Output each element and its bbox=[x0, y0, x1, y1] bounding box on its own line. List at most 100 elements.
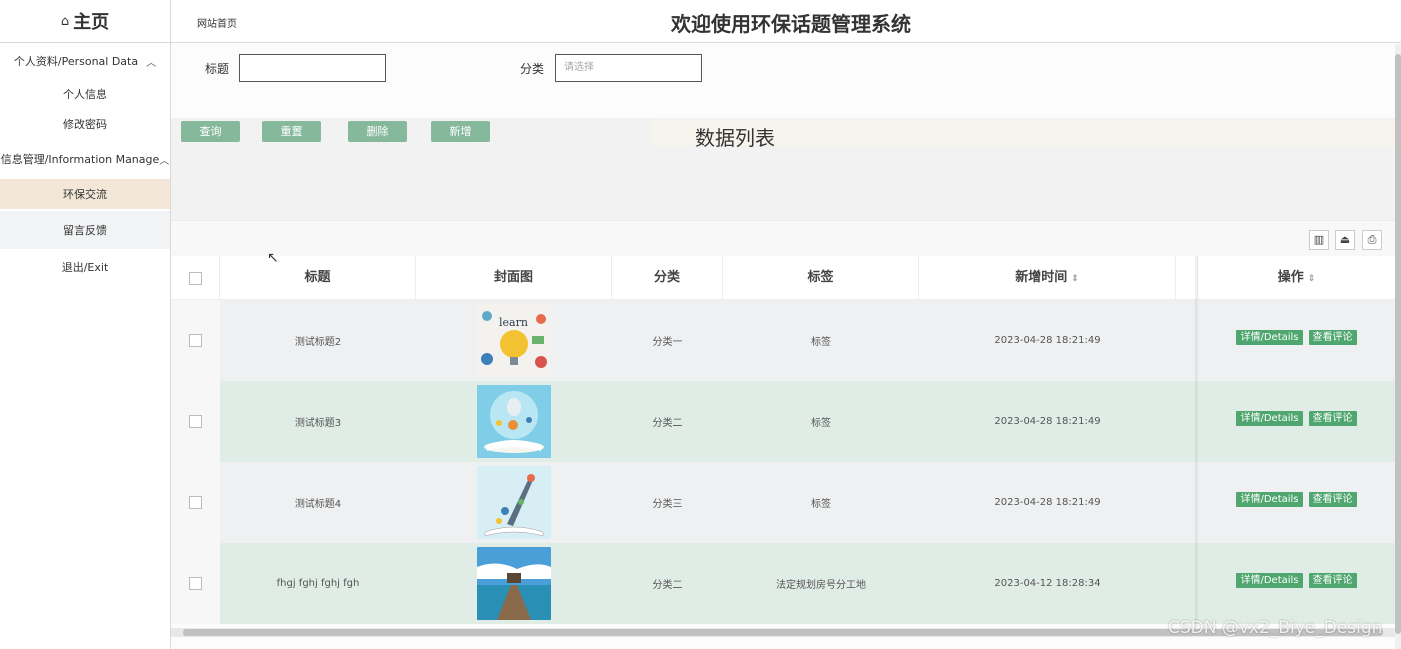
row-actions: 详情/Details 查看评论 bbox=[1198, 381, 1395, 462]
menu-group-personal[interactable]: 个人资料/Personal Data ︿ bbox=[0, 43, 170, 79]
column-header-cover: 封面图 bbox=[416, 256, 612, 300]
table-row: 测试标题4 分类三 标签 2023-04-28 18:21:49 详情/Deta… bbox=[171, 462, 1395, 543]
row-title: 测试标题4 bbox=[294, 499, 342, 510]
home-link[interactable]: ⌂ 主页 bbox=[0, 0, 170, 43]
row-tag: 法定规划房号分工地 bbox=[776, 580, 866, 591]
delete-button[interactable]: 删除 bbox=[348, 121, 407, 142]
view-comments-button[interactable]: 查看评论 bbox=[1308, 330, 1357, 345]
details-button[interactable]: 详情/Details bbox=[1236, 573, 1303, 588]
table-row: 测试标题2 learn 分类一 标签 2023-04-28 18:21:49 详… bbox=[171, 300, 1395, 381]
row-cover-cell: learn bbox=[416, 300, 612, 381]
cover-image-learn[interactable]: learn bbox=[477, 304, 551, 377]
column-header-time-label: 新增时间 bbox=[1015, 270, 1068, 285]
row-title: 测试标题3 bbox=[294, 418, 342, 429]
menu-group-info-label: 信息管理/Information Manage bbox=[0, 153, 160, 166]
row-actions: 详情/Details 查看评论 bbox=[1198, 462, 1395, 543]
row-checkbox[interactable] bbox=[189, 334, 202, 347]
row-actions: 详情/Details 查看评论 bbox=[1198, 300, 1395, 381]
select-all-checkbox[interactable] bbox=[188, 272, 202, 285]
svg-text:learn: learn bbox=[499, 316, 528, 329]
row-select-cell bbox=[171, 300, 220, 381]
row-cover-cell bbox=[416, 381, 612, 462]
title-filter-input[interactable] bbox=[239, 54, 386, 82]
sidebar-item-eco-exchange[interactable]: 环保交流 bbox=[0, 179, 170, 209]
sidebar-item-profile[interactable]: 个人信息 bbox=[0, 79, 170, 109]
row-checkbox[interactable] bbox=[189, 415, 202, 428]
chevron-up-icon: ︿ bbox=[159, 155, 170, 167]
fixed-column-shadow bbox=[1195, 256, 1199, 628]
details-button[interactable]: 详情/Details bbox=[1236, 411, 1303, 426]
row-time: 2023-04-28 18:21:49 bbox=[994, 335, 1101, 346]
row-cover-cell bbox=[416, 543, 612, 624]
row-checkbox[interactable] bbox=[189, 577, 202, 590]
details-button[interactable]: 详情/Details bbox=[1236, 330, 1303, 345]
row-checkbox[interactable] bbox=[189, 496, 202, 509]
sidebar-item-profile-label: 个人信息 bbox=[63, 88, 107, 101]
row-category: 分类三 bbox=[652, 499, 683, 510]
mouse-cursor-icon: ↖ bbox=[267, 250, 279, 266]
top-header: 网站首页 欢迎使用环保话题管理系统 bbox=[171, 0, 1401, 43]
row-time: 2023-04-28 18:21:49 bbox=[994, 497, 1101, 508]
sidebar-item-password[interactable]: 修改密码 bbox=[0, 109, 170, 139]
cover-image-pier[interactable] bbox=[477, 547, 551, 620]
view-comments-button[interactable]: 查看评论 bbox=[1308, 573, 1357, 588]
title-filter-label: 标题 bbox=[205, 62, 230, 76]
column-header-title: 标题 bbox=[220, 256, 416, 300]
action-bar: 数据列表 查询 重置 删除 新增 bbox=[171, 118, 1395, 220]
sidebar-item-eco-exchange-label: 环保交流 bbox=[63, 188, 107, 201]
sidebar-item-feedback[interactable]: 留言反馈 bbox=[0, 211, 170, 249]
column-header-time[interactable]: 新增时间 ⇕ bbox=[919, 256, 1176, 300]
watermark: CSDN @vx2_Biye_Design bbox=[1168, 618, 1383, 638]
table-row: fhgj fghj fghj fgh 分类二 法定规划房号分工地 2023-04… bbox=[171, 543, 1395, 624]
column-header-actions[interactable]: 操作 ⇕ bbox=[1198, 256, 1395, 300]
print-icon[interactable]: ⎙ bbox=[1362, 230, 1382, 250]
row-tag: 标签 bbox=[811, 499, 831, 510]
sidebar-item-password-label: 修改密码 bbox=[63, 118, 107, 131]
row-select-cell bbox=[171, 462, 220, 543]
category-select[interactable]: 请选择 bbox=[555, 54, 702, 82]
menu-group-info[interactable]: 信息管理/Information Manage ︿ bbox=[0, 139, 170, 179]
cover-image-book-balloon[interactable] bbox=[477, 385, 551, 458]
select-all-cell bbox=[171, 256, 220, 300]
table-header: 标题 封面图 分类 标签 新增时间 ⇕ 操作 ⇕ bbox=[171, 256, 1395, 300]
row-tag: 标签 bbox=[811, 337, 831, 348]
filter-bar: 标题 分类 请选择 bbox=[171, 44, 1395, 118]
column-header-category: 分类 bbox=[612, 256, 723, 300]
row-tag: 标签 bbox=[811, 418, 831, 429]
home-icon: ⌂ bbox=[60, 13, 70, 29]
data-table: 标题 封面图 分类 标签 新增时间 ⇕ 操作 ⇕ 测试标题2 learn 分类一… bbox=[171, 256, 1395, 624]
chevron-up-icon: ︿ bbox=[146, 57, 157, 69]
row-select-cell bbox=[171, 381, 220, 462]
row-category: 分类二 bbox=[652, 418, 683, 429]
row-category: 分类二 bbox=[652, 580, 683, 591]
row-select-cell bbox=[171, 543, 220, 624]
columns-icon[interactable]: ▥ bbox=[1309, 230, 1329, 250]
reset-button[interactable]: 重置 bbox=[262, 121, 321, 142]
list-title: 数据列表 bbox=[695, 126, 775, 150]
sidebar-item-exit-label: 退出/Exit bbox=[61, 261, 109, 274]
add-button[interactable]: 新增 bbox=[431, 121, 490, 142]
row-time: 2023-04-12 18:28:34 bbox=[994, 578, 1101, 589]
table-toolbar: ▥ ⏏ ⎙ bbox=[171, 220, 1395, 256]
sort-icon: ⇕ bbox=[1071, 274, 1079, 284]
row-cover-cell bbox=[416, 462, 612, 543]
cover-image-book-rocket[interactable] bbox=[477, 466, 551, 539]
sort-icon: ⇕ bbox=[1307, 274, 1316, 284]
view-comments-button[interactable]: 查看评论 bbox=[1308, 492, 1357, 507]
sidebar-item-feedback-label: 留言反馈 bbox=[63, 224, 107, 237]
export-icon[interactable]: ⏏ bbox=[1335, 230, 1355, 250]
category-filter-label: 分类 bbox=[520, 62, 545, 76]
vertical-scrollbar-thumb[interactable] bbox=[1395, 54, 1401, 634]
row-title: fhgj fghj fghj fgh bbox=[276, 578, 360, 589]
query-button[interactable]: 查询 bbox=[181, 121, 240, 142]
sidebar-item-exit[interactable]: 退出/Exit bbox=[0, 249, 170, 285]
view-comments-button[interactable]: 查看评论 bbox=[1308, 411, 1357, 426]
row-time: 2023-04-28 18:21:49 bbox=[994, 416, 1101, 427]
vertical-scrollbar[interactable] bbox=[1395, 44, 1401, 649]
table-row: 测试标题3 分类二 标签 2023-04-28 18:21:49 详情/Deta… bbox=[171, 381, 1395, 462]
column-header-actions-label: 操作 bbox=[1277, 270, 1304, 285]
details-button[interactable]: 详情/Details bbox=[1236, 492, 1303, 507]
brand-label: 主页 bbox=[73, 12, 110, 33]
row-category: 分类一 bbox=[652, 337, 683, 348]
menu-group-personal-label: 个人资料/Personal Data bbox=[13, 55, 139, 68]
